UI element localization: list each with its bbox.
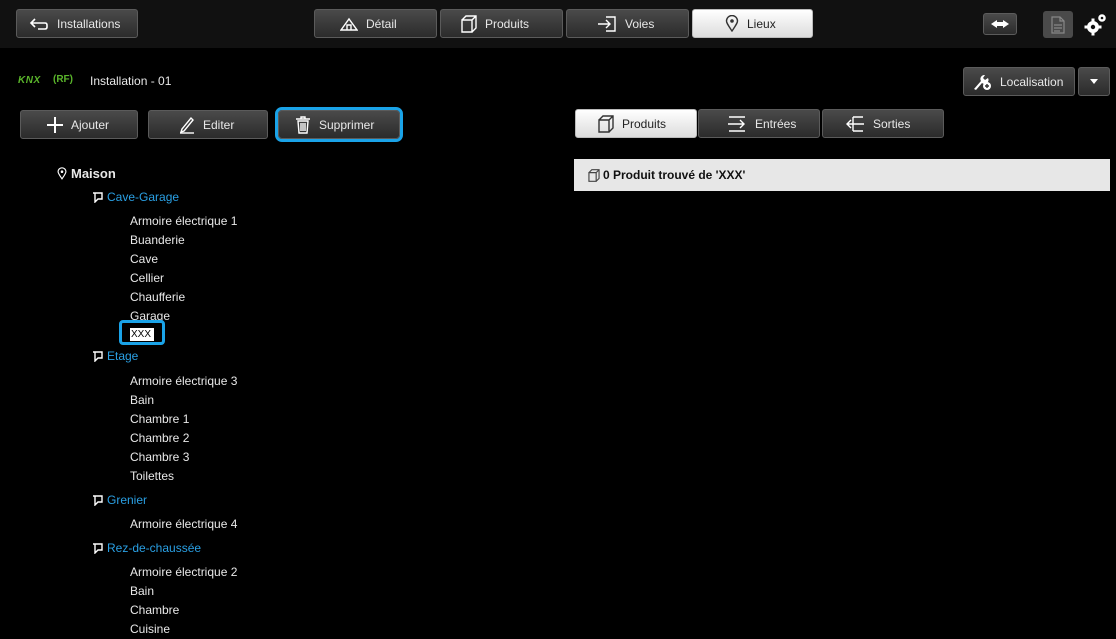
room-name-edit-field[interactable]: XXX <box>130 328 154 341</box>
chevron-down-icon <box>1090 79 1098 84</box>
tree-room[interactable]: Toilettes <box>130 469 174 483</box>
channel-exit-icon <box>597 15 617 32</box>
plus-icon <box>47 116 63 133</box>
tree-room[interactable]: Chambre 1 <box>130 412 189 426</box>
tab-detail-label: Détail <box>366 16 397 31</box>
tab-produits-label: Produits <box>485 16 530 31</box>
tree-floor-etage[interactable]: Etage <box>92 349 138 363</box>
box-icon <box>588 168 600 182</box>
installation-title: Installation - 01 <box>90 74 172 88</box>
tab-right-sorties-label: Sorties <box>873 116 911 131</box>
rf-logo: (RF) <box>53 74 73 85</box>
tab-voies[interactable]: Voies <box>566 9 689 38</box>
delete-button[interactable]: Supprimer <box>275 107 403 142</box>
tree-room[interactable]: Armoire électrique 3 <box>130 374 237 388</box>
pencil-icon <box>179 116 195 134</box>
edit-button[interactable]: Editer <box>148 110 268 139</box>
settings-gears-icon[interactable] <box>1084 12 1108 36</box>
tree-room[interactable]: Armoire électrique 4 <box>130 517 237 531</box>
link-toggle-button[interactable] <box>983 13 1017 35</box>
tab-produits[interactable]: Produits <box>440 9 563 38</box>
top-bar: Installations Détail Produits Voies Lieu… <box>0 0 1116 48</box>
location-pin-icon <box>57 167 67 180</box>
results-text: 0 Produit trouvé de 'XXX' <box>603 168 746 182</box>
output-arrow-icon <box>845 115 865 132</box>
tab-lieux[interactable]: Lieux <box>692 9 813 38</box>
installations-back-label: Installations <box>57 16 121 31</box>
box-icon <box>461 14 477 33</box>
results-bar: 0 Produit trouvé de 'XXX' <box>574 159 1110 191</box>
tree-floor-grenier[interactable]: Grenier <box>92 493 147 507</box>
localisation-button[interactable]: Localisation <box>963 67 1075 96</box>
tab-right-produits[interactable]: Produits <box>575 109 697 138</box>
delete-button-label: Supprimer <box>319 117 375 132</box>
knx-logo: KNX <box>18 75 41 86</box>
connector-icon <box>991 20 1009 28</box>
floor-icon <box>92 542 103 554</box>
tree-room[interactable]: Bain <box>130 584 154 598</box>
trash-icon <box>295 115 311 134</box>
localisation-dropdown-toggle[interactable] <box>1078 67 1110 96</box>
rf-logo-text: (RF) <box>53 74 73 85</box>
tree-root[interactable]: Maison <box>57 166 116 181</box>
tree-room[interactable]: Chambre 2 <box>130 431 189 445</box>
tab-right-sorties[interactable]: Sorties <box>822 109 944 138</box>
wrench-add-icon <box>972 73 992 91</box>
input-arrow-icon <box>727 115 747 132</box>
tab-right-entrees[interactable]: Entrées <box>698 109 820 138</box>
tree-room[interactable]: Buanderie <box>130 233 185 247</box>
tab-right-entrees-label: Entrées <box>755 116 797 131</box>
tree-room[interactable]: Armoire électrique 1 <box>130 214 237 228</box>
floor-label: Rez-de-chaussée <box>107 541 202 555</box>
back-arrow-icon <box>29 17 49 31</box>
localisation-label: Localisation <box>1000 74 1064 89</box>
document-icon[interactable] <box>1043 11 1073 38</box>
tree-floor-cave-garage[interactable]: Cave-Garage <box>92 190 179 204</box>
floor-label: Etage <box>107 349 139 363</box>
edit-button-label: Editer <box>203 117 235 132</box>
tree-room[interactable]: Armoire électrique 2 <box>130 565 237 579</box>
add-button-label: Ajouter <box>71 117 110 132</box>
box-icon <box>598 114 614 133</box>
floor-icon <box>92 350 103 362</box>
tab-voies-label: Voies <box>625 16 655 31</box>
tab-right-produits-label: Produits <box>622 116 667 131</box>
floor-label: Grenier <box>107 493 148 507</box>
location-pin-icon <box>725 15 739 32</box>
tab-lieux-label: Lieux <box>747 16 776 31</box>
tree-floor-rez-de-chaussee[interactable]: Rez-de-chaussée <box>92 541 201 555</box>
floor-icon <box>92 191 103 203</box>
tree-room[interactable]: Cuisine <box>130 622 170 636</box>
tree-room[interactable]: Bain <box>130 393 154 407</box>
tab-detail[interactable]: Détail <box>314 9 437 38</box>
tree-root-label: Maison <box>71 166 116 181</box>
floor-icon <box>92 494 103 506</box>
installations-back-button[interactable]: Installations <box>16 9 138 38</box>
tree-room[interactable]: Chambre 3 <box>130 450 189 464</box>
tree-room[interactable]: Chaufferie <box>130 290 185 304</box>
tree-room[interactable]: Cave <box>130 252 158 266</box>
add-button[interactable]: Ajouter <box>20 110 138 139</box>
tree-room[interactable]: Chambre <box>130 603 179 617</box>
house-icon <box>340 16 358 32</box>
tree-room[interactable]: Cellier <box>130 271 164 285</box>
floor-label: Cave-Garage <box>107 190 180 204</box>
knx-logo-text: KNX <box>18 75 41 86</box>
